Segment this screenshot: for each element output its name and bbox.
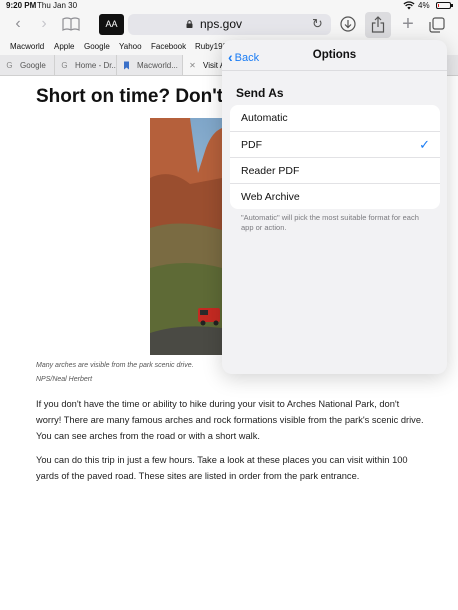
reload-icon[interactable]: ↻: [312, 16, 323, 32]
tab-home[interactable]: G Home - Dr...: [55, 55, 117, 75]
text-size-button[interactable]: AA: [99, 14, 124, 35]
tab-label: Google: [20, 61, 46, 70]
format-hint: "Automatic" will pick the most suitable …: [241, 213, 419, 232]
url-domain: nps.gov: [200, 17, 243, 31]
new-tab-plus-icon[interactable]: +: [398, 14, 418, 34]
article-title: Short on time? Don't w: [36, 86, 244, 107]
status-time: 9:20 PM: [6, 1, 37, 10]
tab-visit-arches[interactable]: ✕ Visit A: [183, 55, 223, 75]
option-label: PDF: [241, 139, 262, 151]
google-icon: G: [61, 61, 68, 70]
option-automatic[interactable]: Automatic: [230, 105, 440, 131]
wifi-icon: [403, 1, 415, 10]
option-reader-pdf[interactable]: Reader PDF: [230, 157, 440, 183]
tab-google[interactable]: G Google: [0, 55, 55, 75]
status-bar: 9:20 PM Thu Jan 30 4%: [0, 0, 458, 12]
battery-level-fill: [438, 4, 439, 7]
favorite-link[interactable]: Apple: [54, 42, 74, 51]
option-label: Reader PDF: [241, 165, 300, 177]
divider: [222, 70, 447, 71]
download-icon[interactable]: [340, 16, 356, 32]
tab-label: Home - Dr...: [75, 61, 117, 70]
tab-label: Macworld...: [137, 61, 178, 70]
favorite-link[interactable]: Macworld: [10, 42, 44, 51]
tab-macworld[interactable]: Macworld...: [117, 55, 183, 75]
favorite-link[interactable]: Facebook: [151, 42, 186, 51]
option-pdf[interactable]: PDF ✓: [230, 131, 440, 157]
option-label: Automatic: [241, 112, 288, 124]
bookmarks-book-icon[interactable]: [62, 17, 80, 31]
send-as-heading: Send As: [236, 86, 284, 100]
arches-photo: [150, 118, 222, 355]
battery-percent: 4%: [418, 1, 430, 10]
article-paragraph: If you don't have the time or ability to…: [36, 399, 424, 441]
photo-caption: Many arches are visible from the park sc…: [36, 362, 194, 369]
share-button[interactable]: [365, 12, 391, 38]
back-chevron-icon[interactable]: ‹: [8, 14, 28, 34]
option-web-archive[interactable]: Web Archive: [230, 183, 440, 209]
forward-chevron-icon[interactable]: ›: [34, 14, 54, 34]
address-bar[interactable]: nps.gov ↻: [128, 14, 331, 35]
article-paragraph: You can do this trip in just a few hours…: [36, 455, 408, 481]
share-options-popover: ‹ Back Options Send As Automatic PDF ✓ Re…: [222, 40, 447, 374]
status-date: Thu Jan 30: [37, 1, 78, 10]
tab-label: Visit A: [203, 61, 223, 70]
popover-title: Options: [312, 49, 357, 61]
tab-overview-icon[interactable]: [429, 17, 445, 33]
send-as-options: Automatic PDF ✓ Reader PDF Web Archive: [230, 105, 440, 209]
bookmark-icon: [124, 61, 129, 70]
battery-icon: [436, 2, 453, 9]
close-tab-icon[interactable]: ✕: [188, 61, 197, 70]
option-label: Web Archive: [241, 191, 300, 203]
photo-credit: NPS/Neal Herbert: [36, 376, 93, 383]
share-icon: [371, 16, 385, 33]
favorite-link[interactable]: Google: [84, 42, 110, 51]
favorite-link[interactable]: Yahoo: [119, 42, 142, 51]
browser-toolbar: ‹ › AA nps.gov ↻ +: [0, 12, 458, 38]
google-icon: G: [6, 61, 13, 70]
lock-icon: [186, 20, 193, 28]
checkmark-icon: ✓: [419, 137, 430, 152]
